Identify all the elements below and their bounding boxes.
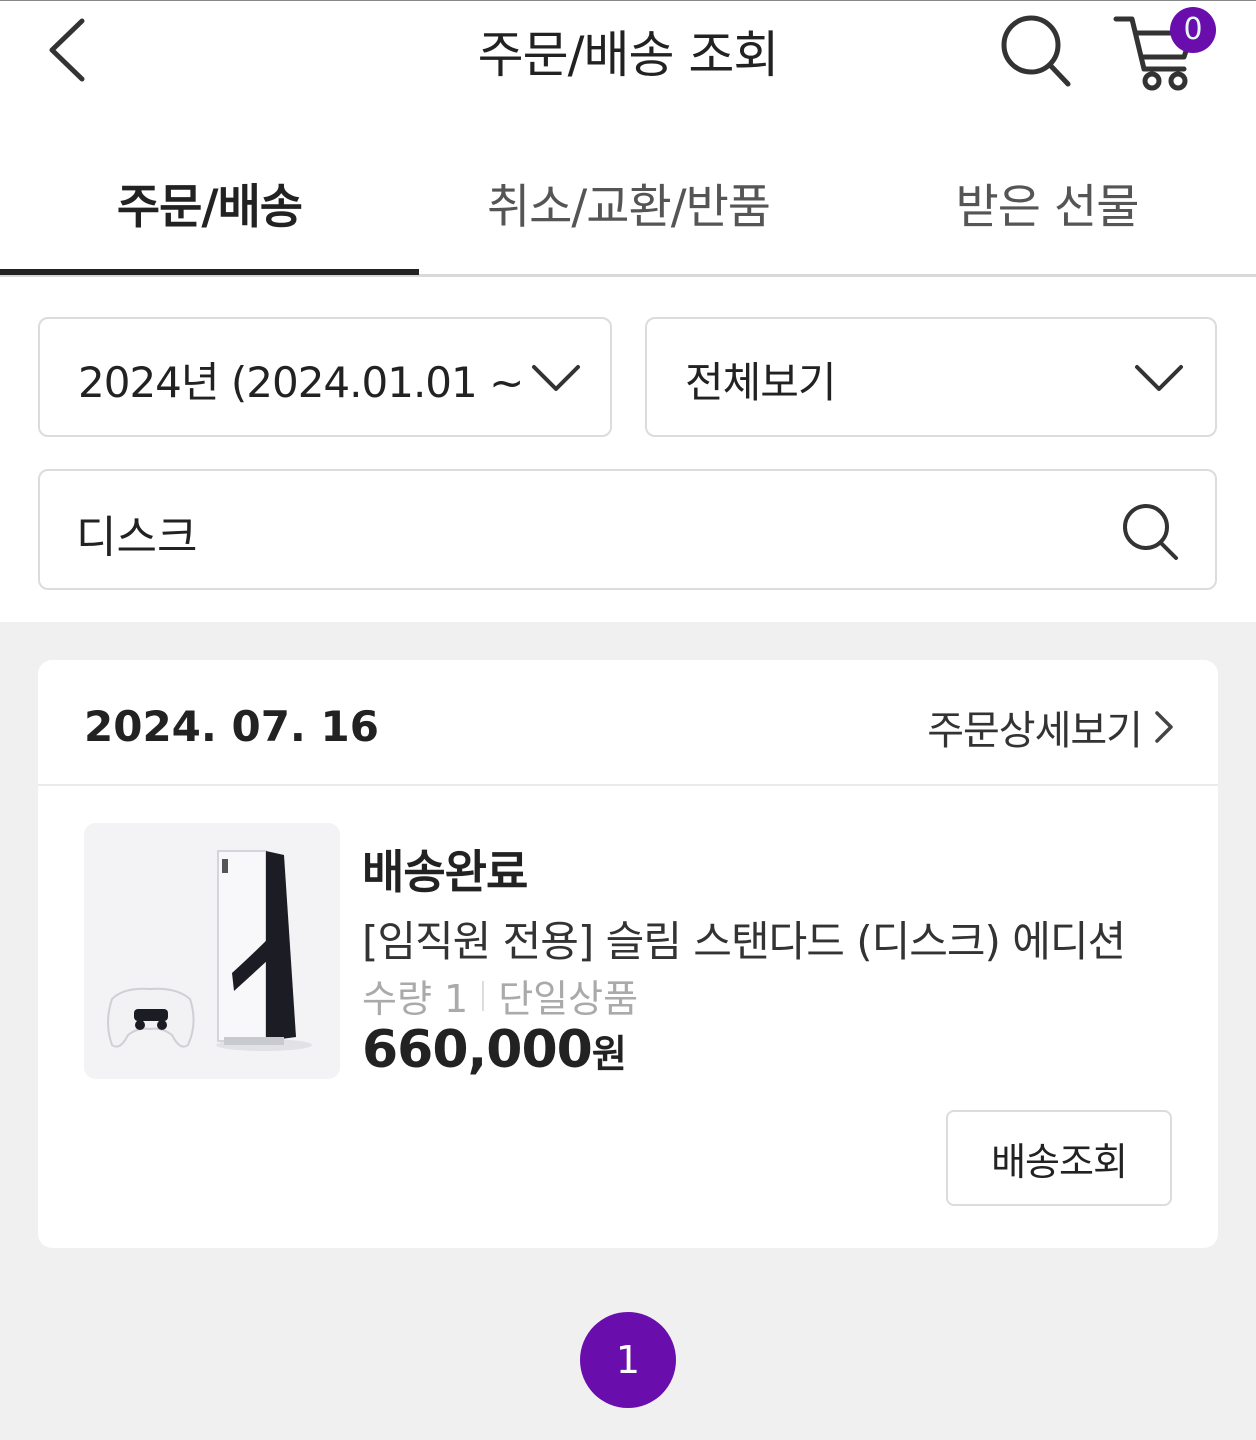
order-date: 2024. 07. 16 <box>84 702 379 751</box>
order-search-box[interactable]: 디스크 <box>38 469 1217 590</box>
order-card: 2024. 07. 16 주문상세보기 배송완료 [임직원 전용] 슬림 스탠다… <box>38 660 1218 1248</box>
quantity-line: 수량 1 단일상품 <box>362 968 638 1023</box>
search-icon[interactable] <box>1116 497 1184 565</box>
product-name[interactable]: [임직원 전용] 슬림 스탠다드 (디스크) 에디션 <box>362 908 1126 969</box>
period-select[interactable]: 2024년 (2024.01.01 ~ <box>38 317 612 437</box>
chevron-down-icon <box>1135 365 1183 391</box>
order-detail-link[interactable]: 주문상세보기 <box>927 698 1178 756</box>
divider <box>38 784 1218 786</box>
header-search-button[interactable] <box>996 9 1076 89</box>
console-image <box>84 823 340 1079</box>
quantity: 수량 1 <box>362 977 469 1021</box>
chevron-down-icon <box>532 365 580 391</box>
price-currency: 원 <box>591 1032 627 1076</box>
cart-count-badge: 0 <box>1170 7 1216 53</box>
period-select-value: 2024년 (2024.01.01 ~ <box>78 358 524 407</box>
product-image[interactable] <box>84 823 340 1079</box>
price-amount: 660,000 <box>362 1020 593 1080</box>
search-icon <box>1001 15 1071 87</box>
track-delivery-button[interactable]: 배송조회 <box>946 1110 1172 1206</box>
tab-order-delivery[interactable]: 주문/배송 <box>0 131 419 274</box>
app-header: 주문/배송 조회 0 <box>0 1 1256 111</box>
separator <box>482 980 485 1011</box>
pagination-current-page[interactable]: 1 <box>580 1312 676 1408</box>
delivery-status: 배송완료 <box>362 845 528 899</box>
tab-cancel-exchange-return[interactable]: 취소/교환/반품 <box>419 131 838 274</box>
option: 단일상품 <box>498 977 639 1021</box>
order-detail-label: 주문상세보기 <box>927 708 1143 754</box>
top-section: 주문/배송 조회 0 주문/배송 취소/교환/반품 받은 선물 2024년 (2… <box>0 0 1256 622</box>
chevron-right-icon <box>1155 711 1173 743</box>
type-select-value: 전체보기 <box>685 358 837 407</box>
cart-button[interactable]: 0 <box>1110 7 1220 97</box>
active-tab-indicator <box>0 269 419 275</box>
type-select[interactable]: 전체보기 <box>645 317 1217 437</box>
order-tabs: 주문/배송 취소/교환/반품 받은 선물 <box>0 131 1256 277</box>
price: 660,000원 <box>362 1020 627 1080</box>
tab-received-gifts[interactable]: 받은 선물 <box>838 131 1256 274</box>
search-input[interactable]: 디스크 <box>76 501 197 565</box>
